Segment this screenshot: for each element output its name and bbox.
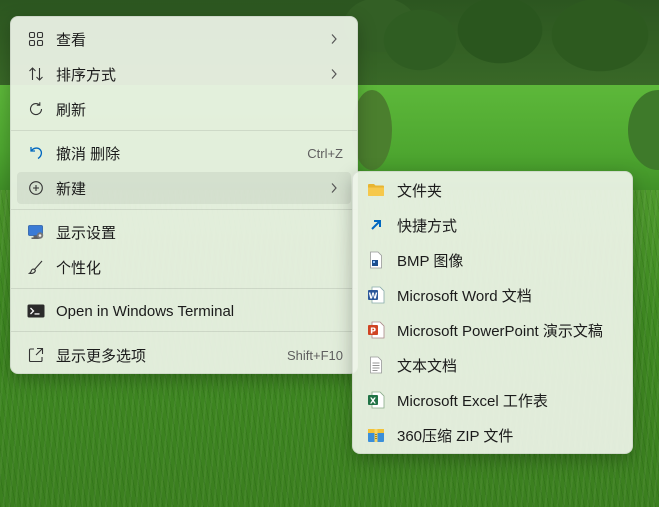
submenu-item-label: Microsoft Excel 工作表 xyxy=(397,392,548,410)
chevron-right-icon xyxy=(327,33,341,45)
submenu-item-excel-worksheet[interactable]: X Microsoft Excel 工作表 xyxy=(359,384,626,416)
add-circle-icon xyxy=(27,179,45,197)
bmp-image-icon xyxy=(367,251,385,269)
menu-item-label: Open in Windows Terminal xyxy=(56,302,235,320)
svg-text:X: X xyxy=(370,396,377,405)
submenu-item-label: 文件夹 xyxy=(397,182,443,200)
submenu-item-label: Microsoft Word 文档 xyxy=(397,287,532,305)
menu-item-undo-delete[interactable]: 撤消 删除 Ctrl+Z xyxy=(17,137,351,169)
submenu-item-text-document[interactable]: 文本文档 xyxy=(359,349,626,381)
submenu-item-label: 360压缩 ZIP 文件 xyxy=(397,427,514,445)
chevron-right-icon xyxy=(327,68,341,80)
submenu-item-shortcut[interactable]: 快捷方式 xyxy=(359,209,626,241)
menu-item-show-more-options[interactable]: 显示更多选项 Shift+F10 xyxy=(17,339,351,371)
word-icon: W xyxy=(367,286,385,304)
brush-icon xyxy=(27,258,45,276)
submenu-item-label: Microsoft PowerPoint 演示文稿 xyxy=(397,322,603,340)
desktop-context-menu: 查看 排序方式 刷新 撤消 删除 Ctrl+Z 新建 显示设置 个性化 Open… xyxy=(10,16,358,374)
new-submenu: 文件夹 快捷方式 BMP 图像 W Microsoft Word 文档 P Mi… xyxy=(352,171,633,454)
menu-item-personalize[interactable]: 个性化 xyxy=(17,251,351,283)
menu-item-label: 新建 xyxy=(56,180,87,198)
excel-icon: X xyxy=(367,391,385,409)
menu-separator xyxy=(11,288,357,289)
menu-item-label: 显示设置 xyxy=(56,224,117,242)
menu-item-sort-by[interactable]: 排序方式 xyxy=(17,58,351,90)
powerpoint-icon: P xyxy=(367,321,385,339)
refresh-icon xyxy=(27,100,45,118)
menu-item-open-terminal[interactable]: Open in Windows Terminal xyxy=(17,295,351,327)
submenu-item-label: BMP 图像 xyxy=(397,252,464,270)
submenu-item-folder[interactable]: 文件夹 xyxy=(359,174,626,206)
submenu-item-powerpoint-presentation[interactable]: P Microsoft PowerPoint 演示文稿 xyxy=(359,314,626,346)
wallpaper-tree xyxy=(352,90,392,170)
sort-icon xyxy=(27,65,45,83)
folder-icon xyxy=(367,181,385,199)
zip-icon xyxy=(367,426,385,444)
menu-separator xyxy=(11,331,357,332)
svg-text:P: P xyxy=(370,326,376,335)
menu-separator xyxy=(11,130,357,131)
menu-item-new[interactable]: 新建 xyxy=(17,172,351,204)
menu-item-label: 查看 xyxy=(56,31,87,49)
submenu-item-label: 快捷方式 xyxy=(397,217,458,235)
shortcut-icon xyxy=(367,216,385,234)
menu-separator xyxy=(11,209,357,210)
menu-item-label: 撤消 删除 xyxy=(56,145,121,163)
display-settings-icon xyxy=(27,223,45,241)
menu-item-label: 显示更多选项 xyxy=(56,347,147,365)
more-options-icon xyxy=(27,346,45,364)
menu-item-label: 刷新 xyxy=(56,101,87,119)
submenu-item-word-document[interactable]: W Microsoft Word 文档 xyxy=(359,279,626,311)
submenu-item-bmp-image[interactable]: BMP 图像 xyxy=(359,244,626,276)
grid-icon xyxy=(27,30,45,48)
menu-item-refresh[interactable]: 刷新 xyxy=(17,93,351,125)
svg-text:W: W xyxy=(369,291,378,300)
submenu-item-label: 文本文档 xyxy=(397,357,458,375)
menu-item-label: 个性化 xyxy=(56,259,102,277)
terminal-icon xyxy=(27,302,45,320)
undo-icon xyxy=(27,144,45,162)
menu-item-view[interactable]: 查看 xyxy=(17,23,351,55)
menu-item-label: 排序方式 xyxy=(56,66,117,84)
shortcut-text: Ctrl+Z xyxy=(307,145,343,161)
submenu-item-zip-file[interactable]: 360压缩 ZIP 文件 xyxy=(359,419,626,451)
chevron-right-icon xyxy=(327,182,341,194)
shortcut-text: Shift+F10 xyxy=(286,347,343,363)
text-document-icon xyxy=(367,356,385,374)
menu-item-display-settings[interactable]: 显示设置 xyxy=(17,216,351,248)
